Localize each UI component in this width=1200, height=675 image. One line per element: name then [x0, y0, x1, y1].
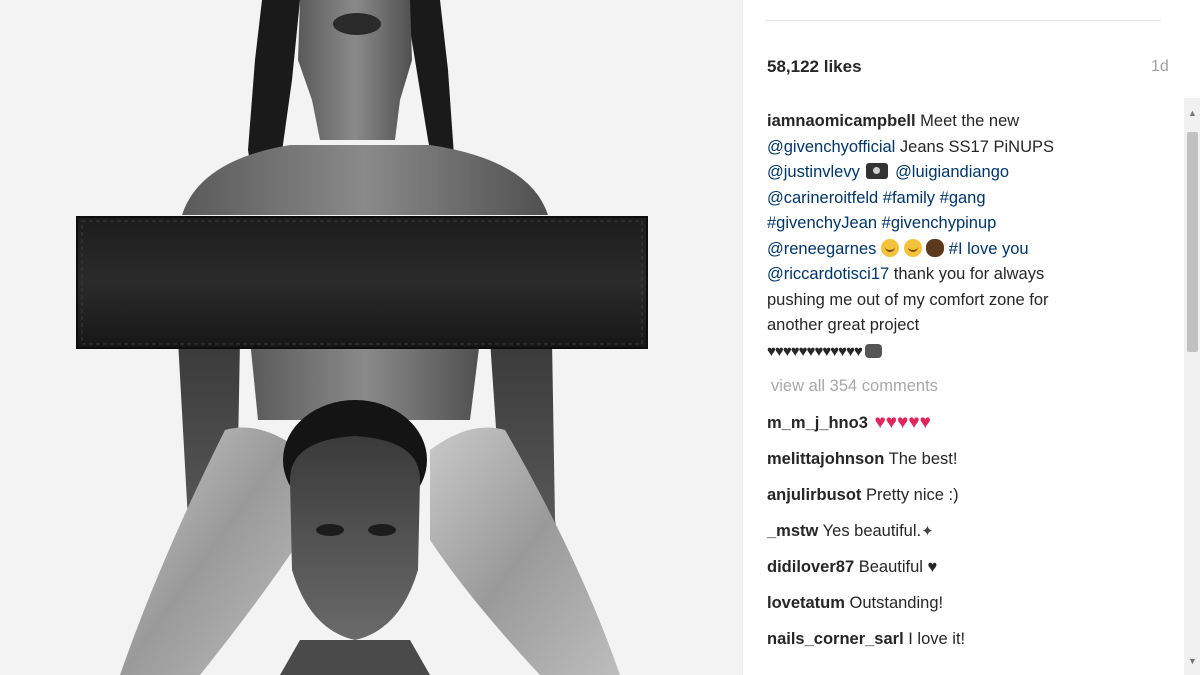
caption-line-3: @justinvlevy @luigiandiango: [767, 160, 1147, 186]
caption-hearts: ♥♥♥♥♥♥♥♥♥♥♥♥: [767, 339, 1147, 365]
comment-text: Pretty nice :): [861, 486, 959, 504]
caption-text-2: Jeans SS17 PiNUPS: [895, 137, 1055, 156]
comment-item: m_m_j_hno3 ♥♥♥♥♥: [767, 411, 1157, 447]
comment-text: Yes beautiful.: [818, 522, 922, 540]
comment-text: Outstanding!: [844, 594, 944, 612]
mention-justinvlevy[interactable]: @justinvlevy: [767, 163, 860, 181]
caption-line-7: @riccardotisci17 thank you for always: [767, 262, 1147, 288]
likes-count[interactable]: 58,122 likes: [767, 57, 862, 77]
comment-username[interactable]: melittajohnson: [767, 450, 884, 468]
post-time[interactable]: 1d: [1151, 58, 1169, 76]
comment-item: anjulirbusot Pretty nice :): [767, 483, 1157, 519]
scroll-up-arrow-icon[interactable]: ▲: [1187, 101, 1198, 125]
caption-username[interactable]: iamnaomicampbell: [767, 112, 916, 130]
comment-username[interactable]: lovetatum: [767, 594, 845, 612]
comment-item: _mstw Yes beautiful.✦: [767, 519, 1157, 555]
comment-item: nails_corner_sarl I love it!: [767, 627, 1157, 663]
comment-item: melittajohnson The best!: [767, 447, 1157, 483]
comment-item: didilover87 Beautiful ♥: [767, 555, 1157, 591]
caption-line-8: pushing me out of my comfort zone for: [767, 290, 1049, 309]
comment-text: I love it!: [903, 630, 966, 648]
scroll-down-arrow-icon[interactable]: ▼: [1187, 650, 1198, 672]
man-neck: [280, 640, 430, 675]
hashtag-i-love-you[interactable]: #I love you: [944, 240, 1029, 258]
caption-line-1: iamnaomicampbell Meet the new: [767, 109, 1147, 135]
photo-illustration: [0, 0, 742, 675]
post-details-panel: 58,122 likes 1d iamnaomicampbell Meet th…: [742, 0, 1200, 675]
kissing-face-icon: [903, 238, 922, 257]
censor-bar: [76, 216, 648, 349]
comments-list: m_m_j_hno3 ♥♥♥♥♥ melittajohnson The best…: [767, 411, 1157, 663]
comment-username[interactable]: didilover87: [767, 558, 854, 576]
comment-username[interactable]: anjulirbusot: [767, 486, 861, 504]
caption-text-7: thank you for always: [889, 265, 1045, 283]
comments-scrollbar-thumb[interactable]: [1187, 132, 1198, 352]
kissing-face-icon: [881, 238, 899, 257]
caption-line-4[interactable]: @carineroitfeld #family #gang: [767, 186, 1147, 212]
lips: [333, 13, 381, 35]
view-all-comments-link[interactable]: view all 354 comments: [771, 377, 938, 396]
comment-username[interactable]: nails_corner_sarl: [767, 630, 904, 648]
red-hearts: ♥♥♥♥♥: [874, 412, 931, 433]
comment-item: lovetatum Outstanding!: [767, 591, 1157, 627]
mention-riccardotisci17[interactable]: @riccardotisci17: [767, 265, 889, 283]
sparkles-icon: ✦: [921, 523, 934, 540]
clapping-hands-icon: [926, 238, 945, 257]
mention-givenchyofficial[interactable]: @givenchyofficial: [767, 138, 895, 156]
post-caption: iamnaomicampbell Meet the new @givenchyo…: [767, 109, 1147, 364]
man-eye-left: [316, 524, 344, 536]
camera-icon: [866, 163, 889, 179]
caption-text-1: Meet the new: [915, 112, 1020, 130]
caption-line-6: @reneegarnes #I love you: [767, 237, 1147, 263]
man-eye-right: [368, 524, 396, 536]
caption-line-9: another great project: [767, 316, 920, 334]
comment-text: The best!: [884, 450, 958, 468]
black-heart-icon: ♥: [927, 558, 938, 576]
comment-text: Beautiful: [854, 558, 928, 576]
comment-username[interactable]: _mstw: [767, 522, 818, 540]
post-photo[interactable]: [0, 0, 742, 675]
caption-line-5[interactable]: #givenchyJean #givenchypinup: [767, 211, 1147, 237]
mention-luigiandiango[interactable]: @luigiandiango: [895, 163, 1009, 181]
header-divider: [765, 20, 1161, 21]
fist-bump-icon: [864, 343, 882, 358]
mention-reneegarnes[interactable]: @reneegarnes: [767, 240, 876, 258]
caption-line-2: @givenchyofficial Jeans SS17 PiNUPS: [767, 135, 1147, 161]
black-hearts: ♥♥♥♥♥♥♥♥♥♥♥♥: [767, 342, 863, 360]
comment-username[interactable]: m_m_j_hno3: [767, 414, 868, 432]
